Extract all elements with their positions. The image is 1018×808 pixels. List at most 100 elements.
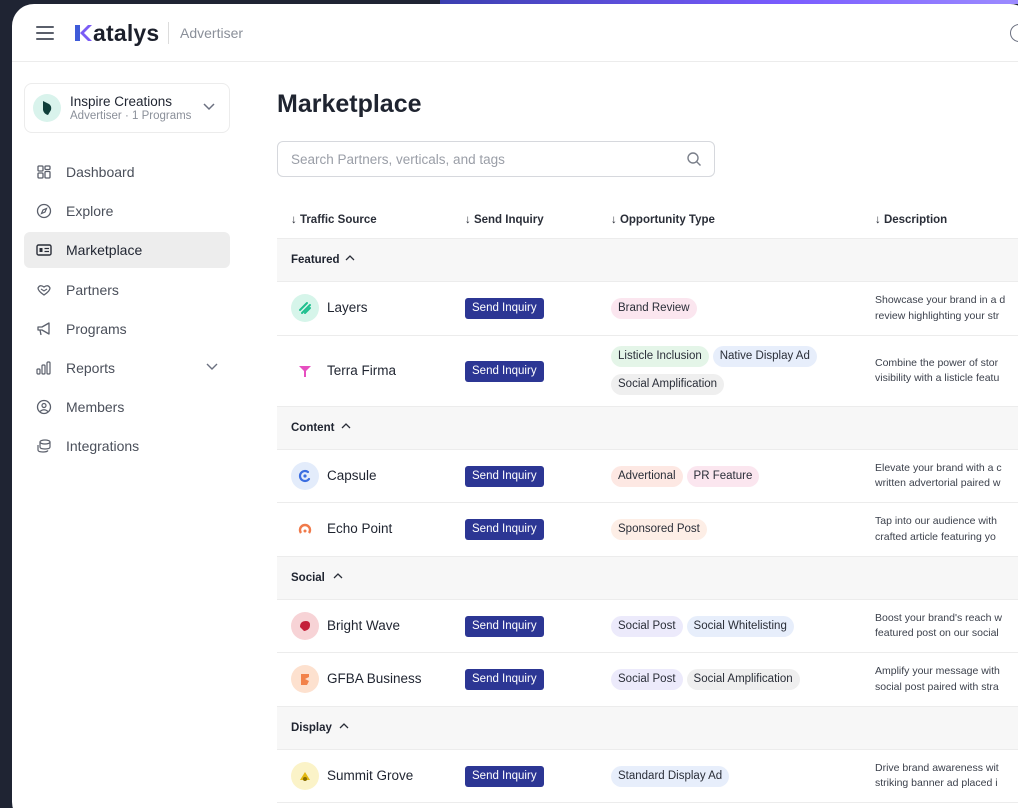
column-send-inquiry[interactable]: ↓ Send Inquiry <box>465 214 544 226</box>
sidebar-item-reports[interactable]: Reports <box>24 350 230 386</box>
group-header-display[interactable]: Display <box>277 706 1018 750</box>
opportunity-tags: Social Post Social Whitelisting <box>611 615 851 644</box>
send-inquiry-button[interactable]: Send Inquiry <box>465 765 544 787</box>
search-icon[interactable] <box>686 151 702 167</box>
tag: Listicle Inclusion <box>611 345 709 367</box>
main-content: Marketplace ↓ Traffic Source ↓ Send Inqu… <box>277 62 1018 808</box>
sidebar-item-explore[interactable]: Explore <box>24 193 230 229</box>
send-inquiry-button[interactable]: Send Inquiry <box>465 519 544 540</box>
sidebar-item-marketplace[interactable]: Marketplace <box>24 232 230 269</box>
sidebar-item-integrations[interactable]: Integrations <box>24 428 230 464</box>
header-divider <box>168 22 169 44</box>
sidebar-item-label: Programs <box>66 320 127 337</box>
id-card-icon <box>36 242 52 258</box>
partner-name[interactable]: Capsule <box>327 468 377 483</box>
sidebar-item-programs[interactable]: Programs <box>24 311 230 347</box>
chevron-up-icon <box>333 572 343 578</box>
sidebar-item-label: Partners <box>66 281 119 298</box>
megaphone-icon <box>36 321 52 337</box>
logo-mark-icon <box>75 25 92 41</box>
handshake-icon <box>36 282 52 298</box>
layers-logo-icon <box>291 294 319 322</box>
tag: Social Amplification <box>611 373 725 395</box>
capsule-logo-icon <box>291 461 319 490</box>
group-header-social[interactable]: Social <box>277 556 1018 600</box>
description-line: crafted article featuring yo <box>875 530 996 543</box>
tag: PR Feature <box>686 465 760 487</box>
marketplace-table: ↓ Traffic Source ↓ Send Inquiry ↓ Opport… <box>277 203 1018 803</box>
description: Combine the power of stor visibility wit… <box>875 356 1018 387</box>
partner-name[interactable]: Layers <box>327 300 368 315</box>
org-name: Inspire Creations <box>70 94 173 109</box>
sidebar-item-dashboard[interactable]: Dashboard <box>24 154 230 190</box>
bright-wave-logo-icon <box>291 611 319 640</box>
group-label: Social <box>291 571 325 584</box>
database-icon <box>36 438 52 454</box>
description: Showcase your brand in a d review highli… <box>875 293 1018 324</box>
opportunity-tags: Listicle Inclusion Native Display Ad Socia… <box>611 345 851 402</box>
send-inquiry-button[interactable]: Send Inquiry <box>465 615 544 637</box>
brand-logo[interactable]: atalys <box>74 18 159 48</box>
table-row: Capsule Send Inquiry Advertional PR Featu… <box>277 450 1018 503</box>
table-row: Layers Send Inquiry Brand Review Showcas… <box>277 282 1018 336</box>
column-description[interactable]: ↓ Description <box>875 214 947 226</box>
send-inquiry-button[interactable]: Send Inquiry <box>465 360 544 382</box>
search-input[interactable] <box>291 151 671 167</box>
description-line: featured post on our social <box>875 627 999 639</box>
tag: Social Post <box>611 615 683 637</box>
help-icon[interactable] <box>1010 24 1018 42</box>
partner-name[interactable]: Terra Firma <box>327 363 396 378</box>
description-line: Boost your brand's reach w <box>875 611 1002 624</box>
send-inquiry-button[interactable]: Send Inquiry <box>465 465 544 487</box>
role-label: Advertiser <box>180 25 244 41</box>
description-line: striking banner ad placed i <box>875 777 998 789</box>
description: Amplify your message with social post pa… <box>875 664 1018 695</box>
app-window: atalys Advertiser Inspire Creations Adve… <box>12 4 1018 808</box>
tag: Social Amplification <box>686 669 800 690</box>
org-avatar <box>33 94 61 122</box>
menu-icon[interactable] <box>36 26 54 40</box>
partner-name[interactable]: GFBA Business <box>327 671 422 686</box>
search-box[interactable] <box>277 141 715 177</box>
table-row: Summit Grove Send Inquiry Standard Displ… <box>277 750 1018 803</box>
tag: Social Post <box>611 669 683 690</box>
send-inquiry-button[interactable]: Send Inquiry <box>465 298 544 319</box>
sidebar: Inspire Creations Advertiser · 1 Program… <box>12 62 244 808</box>
sidebar-item-label: Integrations <box>66 438 140 455</box>
column-opportunity-type[interactable]: ↓ Opportunity Type <box>611 214 715 226</box>
group-label: Content <box>291 421 335 434</box>
org-subtitle: Advertiser · 1 Programs <box>70 110 192 122</box>
table-row: Bright Wave Send Inquiry Social Post Soci… <box>277 600 1018 653</box>
chevron-down-icon[interactable] <box>206 363 218 371</box>
sidebar-item-partners[interactable]: Partners <box>24 272 230 308</box>
description: Elevate your brand with a c written adve… <box>875 461 1018 492</box>
bar-chart-icon <box>36 360 52 376</box>
chevron-up-icon <box>339 722 349 728</box>
send-inquiry-button[interactable]: Send Inquiry <box>465 669 544 690</box>
description: Tap into our audience with crafted artic… <box>875 514 1018 545</box>
org-logo-icon <box>43 101 52 115</box>
group-header-featured[interactable]: Featured <box>277 239 1018 282</box>
echo-point-logo-icon <box>291 515 319 543</box>
summit-grove-logo-icon <box>291 761 319 790</box>
description-line: Drive brand awareness wit <box>875 761 999 774</box>
sidebar-item-label: Marketplace <box>66 242 143 259</box>
opportunity-tags: Brand Review <box>611 298 851 326</box>
terra-firma-logo-icon <box>291 356 319 385</box>
sidebar-item-members[interactable]: Members <box>24 389 230 425</box>
org-switcher[interactable]: Inspire Creations Advertiser · 1 Program… <box>24 83 230 133</box>
page-title: Marketplace <box>277 90 422 118</box>
table-row: GFBA Business Send Inquiry Social Post So… <box>277 653 1018 707</box>
partner-name[interactable]: Summit Grove <box>327 768 413 783</box>
partner-name[interactable]: Bright Wave <box>327 618 400 633</box>
column-traffic-source[interactable]: ↓ Traffic Source <box>291 214 377 226</box>
sidebar-nav: Dashboard Explore Marketplace Partners P… <box>24 154 230 468</box>
tag: Brand Review <box>611 298 697 319</box>
description-line: Combine the power of stor <box>875 356 999 369</box>
description-line: social post paired with stra <box>875 680 999 693</box>
group-header-content[interactable]: Content <box>277 406 1018 450</box>
description: Drive brand awareness wit striking banne… <box>875 761 1018 792</box>
table-header: ↓ Traffic Source ↓ Send Inquiry ↓ Opport… <box>277 203 1018 239</box>
opportunity-tags: Social Post Social Amplification <box>611 669 851 697</box>
partner-name[interactable]: Echo Point <box>327 521 392 536</box>
